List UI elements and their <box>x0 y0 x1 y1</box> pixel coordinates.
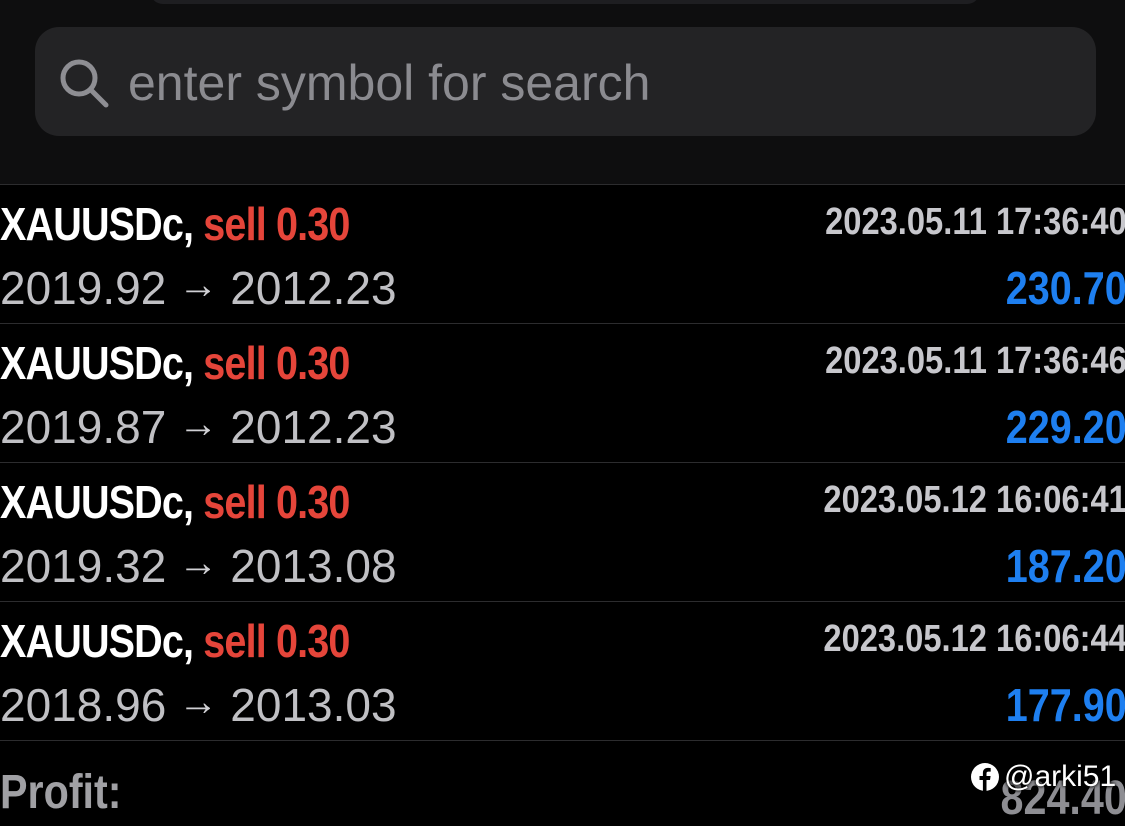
open-price: 2019.92 <box>0 262 167 314</box>
open-time: 2023.05.11 17:36:40 <box>825 201 1125 243</box>
open-time: 2023.05.12 16:06:44 <box>823 618 1125 660</box>
open-price: 2018.96 <box>0 679 167 731</box>
price-line: 2019.87 → 2012.23 <box>0 400 397 454</box>
search-input[interactable] <box>128 52 1028 114</box>
profit-summary: Profit: 824.40 <box>0 740 1125 826</box>
arrow-right-icon: → <box>178 402 219 446</box>
trade-volume: 0.30 <box>275 337 350 389</box>
trade-volume: 0.30 <box>275 476 350 528</box>
close-price: 2013.08 <box>230 540 397 592</box>
separator: , <box>183 476 194 528</box>
position-profit: 187.20 <box>1005 540 1125 592</box>
trade-side: sell <box>203 615 266 667</box>
trade-side: sell <box>203 337 266 389</box>
symbol: XAUUSDc <box>0 198 184 250</box>
position-profit: 229.20 <box>1005 401 1125 453</box>
search-header <box>0 0 1125 184</box>
arrow-right-icon: → <box>178 541 219 585</box>
position-title: XAUUSDc, sell 0.30 <box>0 336 350 390</box>
price-line: 2018.96 → 2013.03 <box>0 678 397 732</box>
position-profit: 230.70 <box>1005 262 1125 314</box>
close-price: 2012.23 <box>230 262 397 314</box>
segmented-control[interactable] <box>150 0 980 4</box>
search-icon <box>60 59 109 108</box>
summary-label: Profit: <box>0 766 122 819</box>
list-item[interactable]: XAUUSDc, sell 0.30 2023.05.12 16:06:41 2… <box>0 462 1125 601</box>
position-title: XAUUSDc, sell 0.30 <box>0 475 350 529</box>
separator: , <box>183 615 194 667</box>
open-price: 2019.87 <box>0 401 167 453</box>
symbol: XAUUSDc <box>0 615 184 667</box>
position-title: XAUUSDc, sell 0.30 <box>0 614 350 668</box>
separator: , <box>183 337 194 389</box>
trade-volume: 0.30 <box>275 615 350 667</box>
position-profit: 177.90 <box>1005 679 1125 731</box>
open-time: 2023.05.11 17:36:46 <box>825 340 1125 382</box>
arrow-right-icon: → <box>178 263 219 307</box>
close-price: 2012.23 <box>230 401 397 453</box>
positions-list: XAUUSDc, sell 0.30 2023.05.11 17:36:40 2… <box>0 184 1125 740</box>
separator: , <box>183 198 194 250</box>
trade-side: sell <box>203 476 266 528</box>
open-price: 2019.32 <box>0 540 167 592</box>
symbol: XAUUSDc <box>0 476 184 528</box>
trade-side: sell <box>203 198 266 250</box>
price-line: 2019.32 → 2013.08 <box>0 539 397 593</box>
close-price: 2013.03 <box>230 679 397 731</box>
position-title: XAUUSDc, sell 0.30 <box>0 197 350 251</box>
arrow-right-icon: → <box>178 680 219 724</box>
facebook-icon <box>971 763 999 791</box>
price-line: 2019.92 → 2012.23 <box>0 261 397 315</box>
list-item[interactable]: XAUUSDc, sell 0.30 2023.05.12 16:06:44 2… <box>0 601 1125 740</box>
watermark-handle: @arki51 <box>1004 760 1117 793</box>
list-item[interactable]: XAUUSDc, sell 0.30 2023.05.11 17:36:46 2… <box>0 323 1125 462</box>
list-item[interactable]: XAUUSDc, sell 0.30 2023.05.11 17:36:40 2… <box>0 184 1125 323</box>
open-time: 2023.05.12 16:06:41 <box>823 479 1125 521</box>
trade-volume: 0.30 <box>275 198 350 250</box>
watermark: @arki51 <box>970 760 1116 794</box>
symbol: XAUUSDc <box>0 337 184 389</box>
